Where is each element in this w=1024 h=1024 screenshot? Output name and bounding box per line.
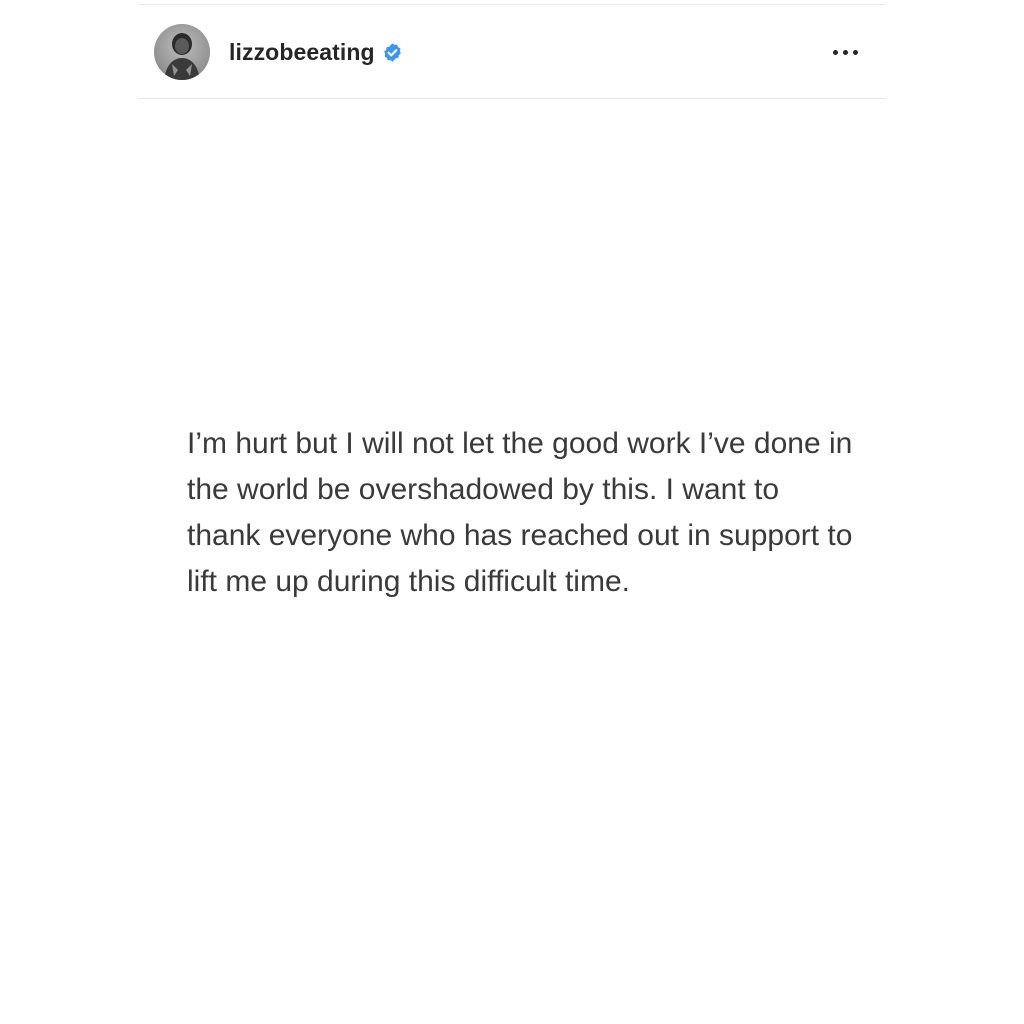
instagram-post: lizzobeeating I’m hurt but I will not le… xyxy=(138,0,886,1024)
username-text: lizzobeeating xyxy=(229,39,375,65)
page: lizzobeeating I’m hurt but I will not le… xyxy=(0,0,1024,1024)
verified-badge-icon xyxy=(382,42,403,63)
more-options-dot xyxy=(852,49,858,55)
more-options-button[interactable] xyxy=(828,35,862,69)
more-options-dot xyxy=(832,49,838,55)
post-header: lizzobeeating xyxy=(138,5,886,99)
avatar[interactable] xyxy=(154,24,210,80)
more-options-dot xyxy=(842,49,848,55)
username-link[interactable]: lizzobeeating xyxy=(229,39,403,66)
post-image-text: I’m hurt but I will not let the good wor… xyxy=(187,427,853,598)
avatar-photo-icon xyxy=(154,24,210,80)
